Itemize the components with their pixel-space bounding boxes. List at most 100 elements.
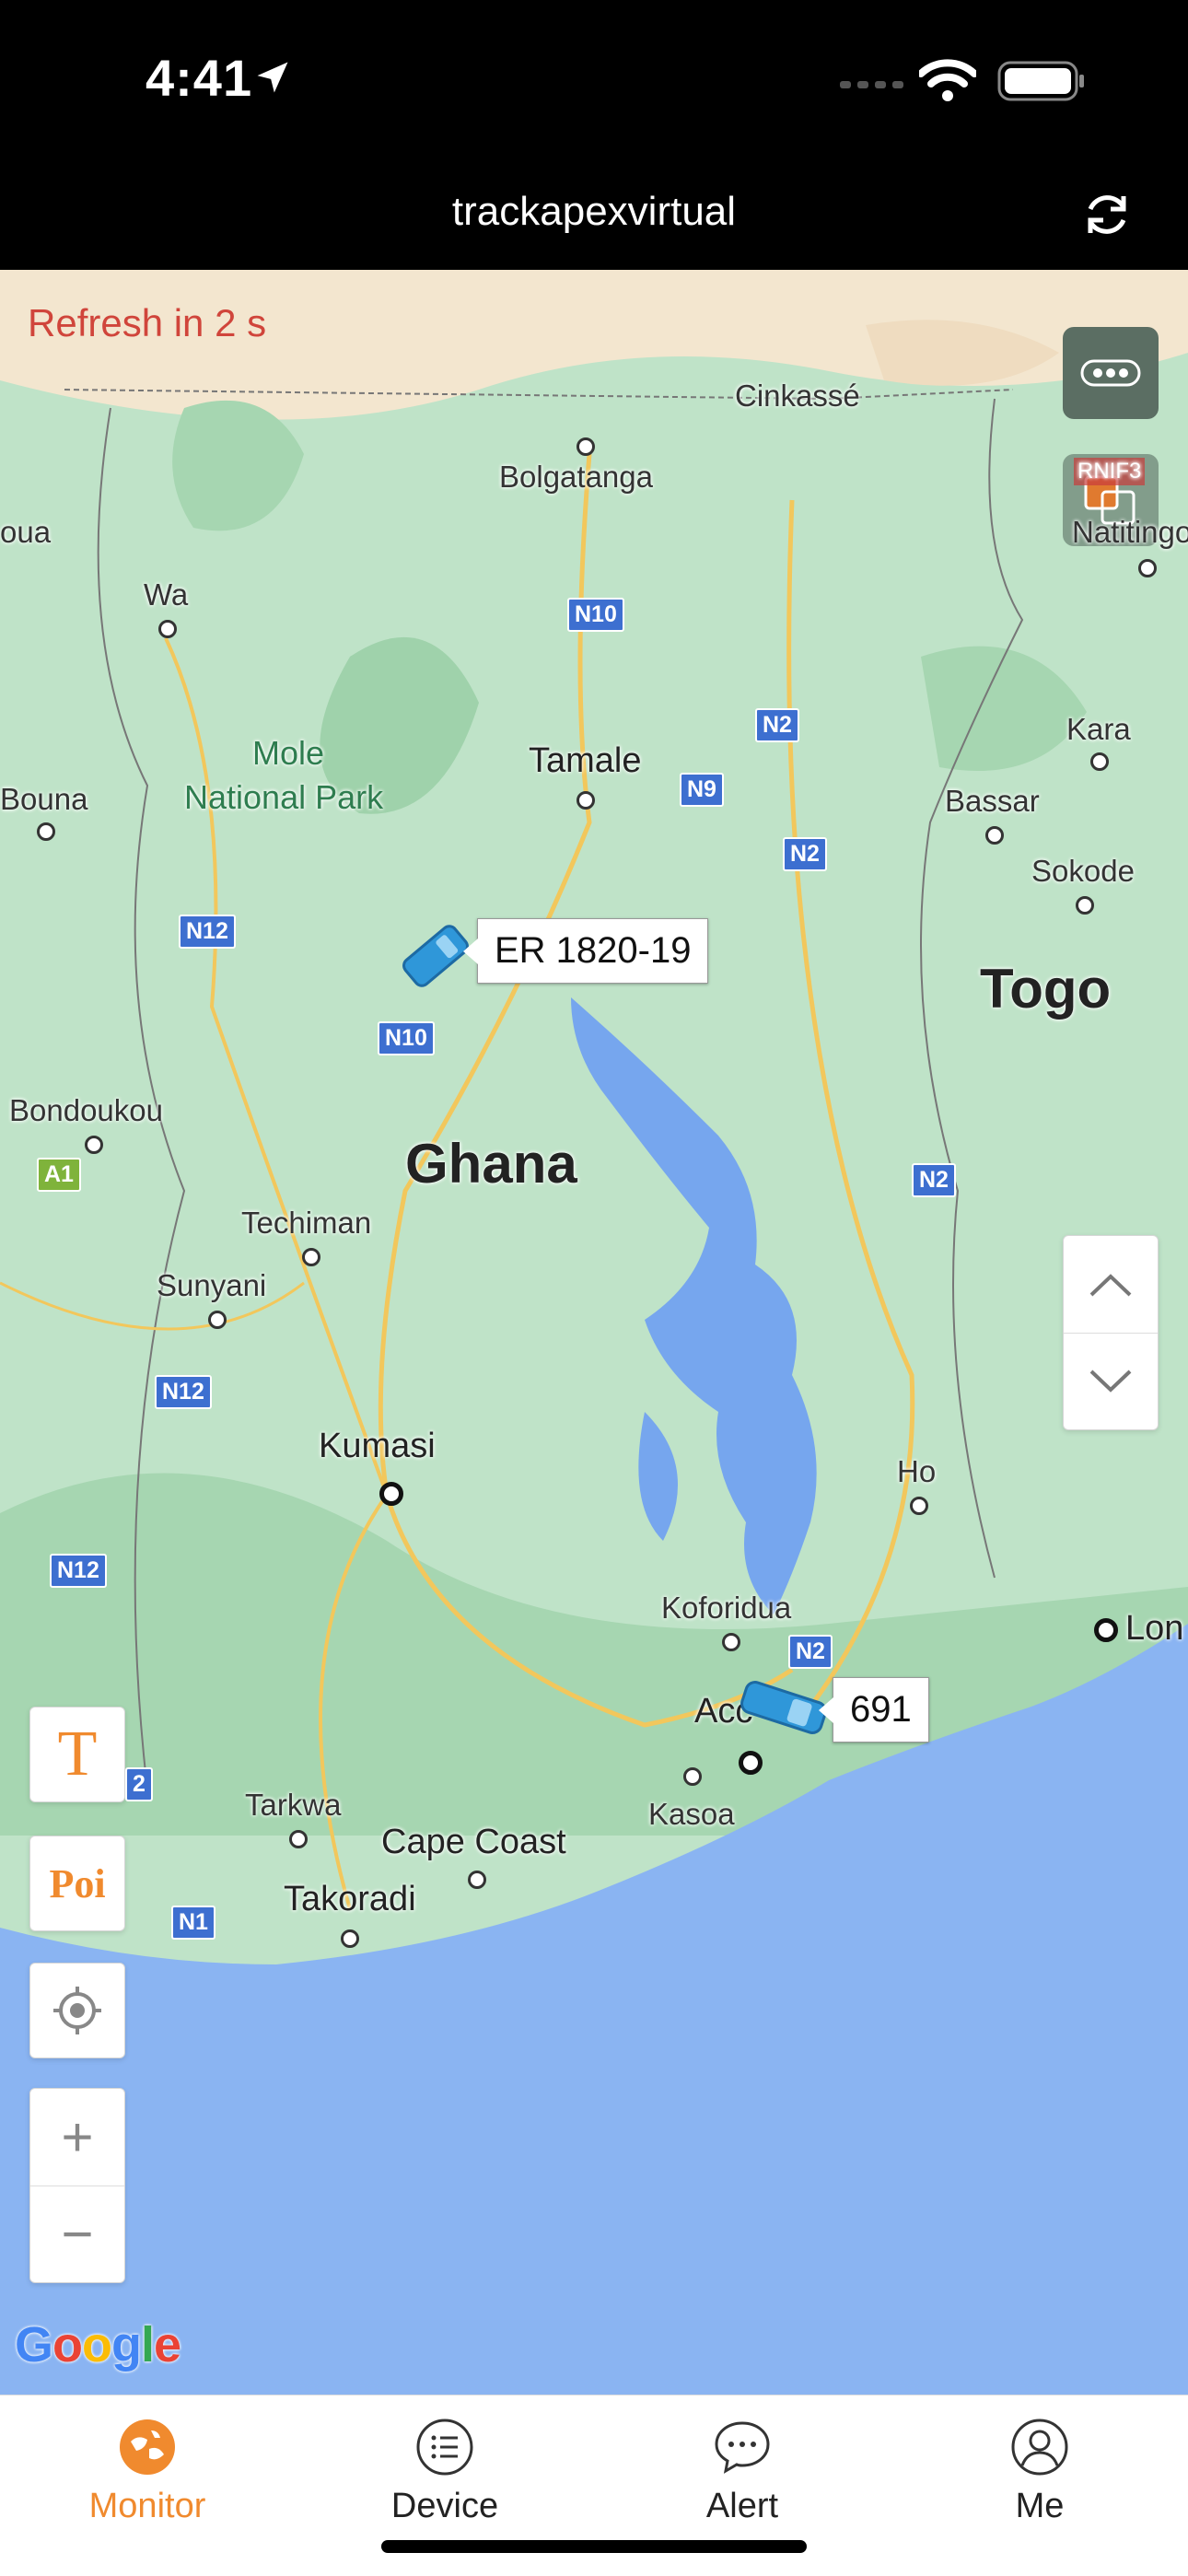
road-badge: N10 (567, 598, 624, 632)
battery-icon (997, 61, 1084, 101)
map-city-label: Lon (1125, 1609, 1184, 1648)
map-city-label: Kumasi (319, 1427, 436, 1465)
refresh-button[interactable] (1072, 180, 1142, 250)
map-city-label: Techiman (241, 1206, 372, 1240)
map-view[interactable]: Refresh in 2 s RNIF3 T Poi + − Cinkassé … (0, 270, 1188, 2395)
city-dot (683, 1767, 702, 1786)
city-dot (1094, 1618, 1118, 1642)
park-label-line-1: Mole (252, 734, 325, 772)
wifi-icon (919, 59, 976, 101)
city-dot (577, 437, 595, 456)
map-city-label: Bassar (945, 784, 1040, 818)
map-city-label: Kasoa (648, 1797, 735, 1831)
road-badge: A1 (37, 1158, 81, 1192)
scroll-up-button[interactable] (1064, 1237, 1158, 1334)
city-dot (722, 1633, 740, 1651)
map-city-label: Ho (897, 1454, 937, 1488)
road-badge: N2 (788, 1635, 833, 1669)
vehicle-label[interactable]: ER 1820-19 (462, 918, 709, 984)
plus-icon: + (61, 2106, 94, 2168)
tab-device[interactable]: Device (353, 2418, 537, 2526)
city-dot (910, 1497, 928, 1515)
home-indicator (381, 2540, 807, 2553)
country-label-togo: Togo (980, 958, 1112, 1020)
city-dot (468, 1871, 486, 1889)
map-city-label: Bolgatanga (499, 460, 653, 494)
tab-alert[interactable]: Alert (650, 2418, 834, 2526)
map-city-label: Sunyani (157, 1268, 267, 1302)
map-city-label: Bouna (0, 782, 88, 816)
city-dot (302, 1248, 320, 1266)
zoom-in-button[interactable]: + (30, 2090, 124, 2186)
refresh-icon (1088, 195, 1126, 234)
map-city-label: Takoradi (284, 1880, 416, 1918)
more-dots-icon (1080, 359, 1141, 387)
poi-button[interactable]: Poi (29, 1836, 125, 1931)
road-badge: N2 (912, 1163, 956, 1197)
map-city-label: Tarkwa (245, 1788, 342, 1822)
city-dot (985, 826, 1004, 845)
tab-label: Monitor (88, 2487, 206, 2525)
city-dot (289, 1830, 308, 1848)
tab-label: Me (1015, 2487, 1065, 2525)
map-city-label: Cinkassé (735, 379, 860, 413)
city-dot (37, 822, 55, 841)
text-toggle-icon: T (57, 1719, 98, 1789)
more-options-button[interactable] (1063, 327, 1159, 419)
city-dot (1138, 559, 1157, 577)
zoom-control: + − (29, 2088, 125, 2283)
city-dot (1090, 752, 1109, 771)
road-badge: N10 (378, 1021, 435, 1055)
road-badge: N9 (680, 773, 724, 807)
locate-target-icon (53, 1987, 101, 2034)
city-dot (577, 791, 595, 810)
location-arrow-icon (257, 62, 288, 93)
map-city-label: Bondoukou (9, 1093, 163, 1127)
road-badge: N12 (179, 915, 236, 949)
city-dot (341, 1929, 359, 1948)
scroll-control (1063, 1235, 1159, 1430)
status-bar: 4:41 (0, 0, 1188, 161)
park-label-line-2: National Park (184, 778, 384, 816)
map-city-label: Kara (1066, 712, 1131, 746)
chat-bubble-icon (715, 2421, 770, 2474)
road-badge: 2 (125, 1767, 153, 1801)
map-city-label: Wa (144, 577, 189, 612)
city-dot (1076, 896, 1094, 915)
my-location-button[interactable] (29, 1963, 125, 2058)
road-badge: N12 (155, 1375, 212, 1409)
map-city-label: Tamale (529, 741, 642, 780)
tab-label: Alert (705, 2487, 779, 2525)
chevron-up-icon (1089, 1273, 1132, 1296)
map-city-label: oua (0, 515, 52, 549)
zoom-out-button[interactable]: − (30, 2186, 124, 2282)
map-city-label: Cape Coast (381, 1823, 566, 1861)
text-label-toggle-button[interactable]: T (29, 1707, 125, 1802)
map-city-label: Koforidua (661, 1591, 792, 1625)
poi-icon: Poi (49, 1860, 106, 1906)
city-dot (739, 1751, 763, 1775)
minus-icon: − (61, 2203, 94, 2265)
city-dot (85, 1136, 103, 1154)
vehicle-label[interactable]: 691 (819, 1677, 929, 1743)
refresh-countdown: Refresh in 2 s (28, 301, 267, 344)
person-icon (1011, 2419, 1068, 2476)
road-badge: N2 (783, 837, 827, 871)
tab-label: Device (390, 2487, 499, 2525)
map-city-label: Natitingo (1072, 515, 1188, 549)
layer-badge-text: RNIF3 (1074, 458, 1146, 485)
monitor-icon (120, 2419, 175, 2475)
google-logo: Google (15, 2317, 181, 2372)
cellular-signal-icon (840, 81, 903, 88)
city-dot (158, 620, 177, 638)
road-badge: N12 (50, 1554, 107, 1588)
status-time: 4:41 (146, 49, 253, 107)
road-badge: N2 (755, 708, 799, 742)
tab-monitor[interactable]: Monitor (55, 2418, 239, 2526)
country-label-ghana: Ghana (405, 1133, 577, 1195)
app-title: trackapexvirtual (451, 189, 737, 234)
list-icon (416, 2419, 473, 2476)
nav-bar: trackapexvirtual (0, 161, 1188, 270)
tab-me[interactable]: Me (948, 2418, 1132, 2526)
scroll-down-button[interactable] (1064, 1334, 1158, 1429)
